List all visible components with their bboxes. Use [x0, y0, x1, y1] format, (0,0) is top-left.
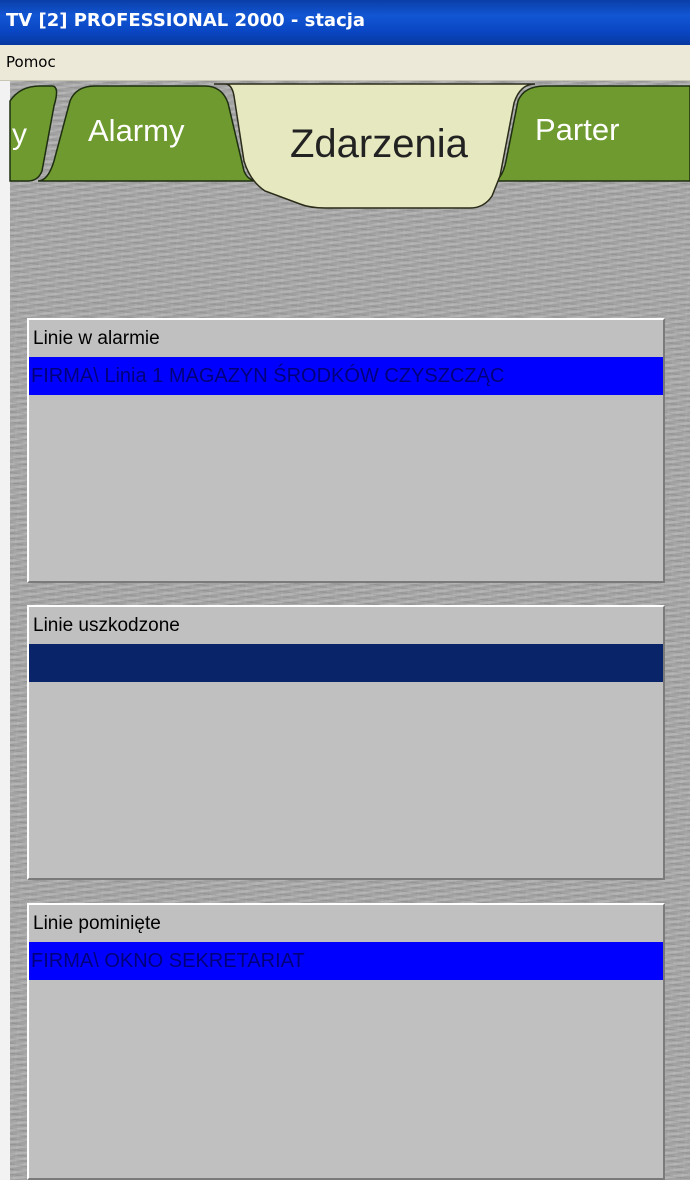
panel-title: Linie w alarmie [33, 328, 160, 349]
menu-bar: Pomoc [0, 45, 690, 81]
list-item[interactable]: FIRMA\ Linia 1 MAGAZYN ŚRODKÓW CZYSZCZĄC [29, 357, 663, 395]
window-titlebar[interactable]: TV [2] PROFESSIONAL 2000 - stacja [0, 0, 690, 45]
tab-zdarzenia[interactable]: Zdarzenia [290, 122, 468, 167]
tab-alarmy[interactable]: Alarmy [88, 113, 184, 149]
tab-y[interactable]: y [12, 118, 27, 152]
panel-title: Linie pominięte [33, 913, 161, 934]
window-title: TV [2] PROFESSIONAL 2000 - stacja [6, 10, 366, 31]
tab-parter[interactable]: Parter [535, 112, 619, 148]
panel-linie-uszkodzone: Linie uszkodzone [27, 605, 665, 880]
panel-linie-w-alarmie: Linie w alarmie FIRMA\ Linia 1 MAGAZYN Ś… [27, 318, 665, 583]
menu-item-pomoc[interactable]: Pomoc [6, 53, 56, 71]
list-item[interactable] [29, 644, 663, 682]
list-item[interactable]: FIRMA\ OKNO SEKRETARIAT [29, 942, 663, 980]
panel-title: Linie uszkodzone [33, 615, 180, 636]
panel-linie-pominiete: Linie pominięte FIRMA\ OKNO SEKRETARIAT [27, 903, 665, 1180]
